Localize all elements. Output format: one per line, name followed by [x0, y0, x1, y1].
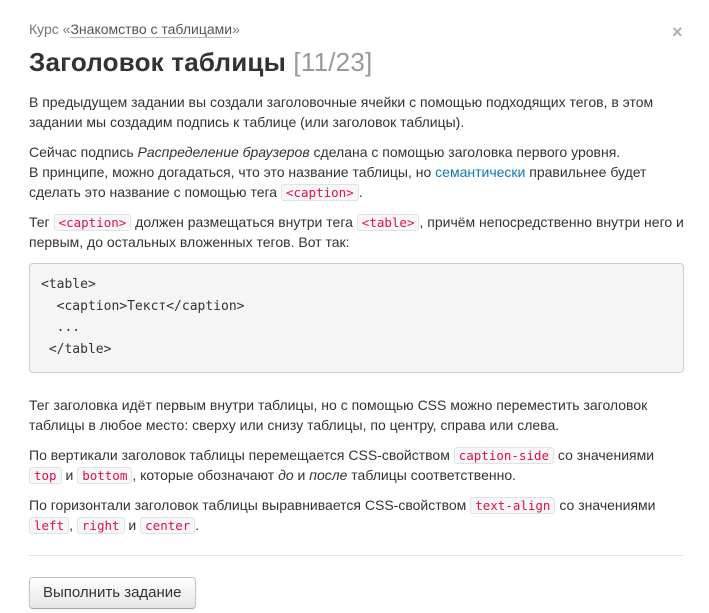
code-example: <table> <caption>Текст</caption> ... </t… [29, 263, 684, 373]
divider [29, 555, 684, 556]
inline-code: top [29, 467, 62, 484]
text: со значениями [555, 497, 656, 513]
inline-code: caption-side [453, 447, 555, 464]
text: сделана с помощью заголовка первого уров… [309, 144, 621, 160]
text: , которые обозначают [132, 467, 279, 483]
text: должен размещаться внутри тега [131, 214, 357, 230]
text: В принципе, можно догадаться, что это на… [29, 164, 436, 180]
paragraph-intro: В предыдущем задании вы создали заголово… [29, 94, 654, 130]
text: и [293, 467, 310, 483]
inline-code: text-align [470, 497, 556, 514]
text: , [69, 517, 77, 533]
text: и [61, 467, 78, 483]
submit-task-button[interactable]: Выполнить задание [29, 577, 196, 609]
title-text: Заголовок таблицы [29, 47, 286, 77]
paragraph-caption-placement: Тег <caption> должен размещаться внутри … [29, 212, 684, 252]
breadcrumb-prefix: Курс « [29, 21, 71, 37]
course-link[interactable]: Знакомство с таблицами [70, 21, 233, 38]
text: со значениями [554, 447, 655, 463]
paragraph-text-align: По горизонтали заголовок таблицы выравни… [29, 495, 684, 535]
inline-code: bottom [77, 467, 133, 484]
text: таблицы соответственно. [347, 467, 516, 483]
text: Тег [29, 214, 54, 230]
text: По вертикали заголовок таблицы перемещае… [29, 447, 454, 463]
inline-code: center [140, 517, 196, 534]
inline-code: <table> [356, 214, 420, 231]
paragraph-current-caption: Сейчас подпись Распределение браузеров с… [29, 142, 684, 202]
task-counter: [11/23] [293, 47, 373, 77]
page-title: Заголовок таблицы [11/23] [29, 45, 372, 79]
text: и [124, 517, 141, 533]
inline-code: <caption> [280, 184, 359, 201]
emphasis-text: после [309, 467, 348, 483]
text: . [195, 517, 200, 533]
inline-code: right [76, 517, 125, 534]
breadcrumb: Курс «Знакомство с таблицами» [29, 19, 240, 39]
paragraph-caption-side: По вертикали заголовок таблицы перемещае… [29, 445, 684, 485]
text: Сейчас подпись [29, 144, 138, 160]
breadcrumb-suffix: » [232, 21, 240, 37]
inline-code: left [29, 517, 70, 534]
text: . [358, 184, 363, 200]
paragraph-css-move: Тег заголовка идёт первым внутри таблицы… [29, 397, 648, 433]
inline-code: <caption> [53, 214, 132, 231]
emphasis-text: до [278, 467, 294, 483]
text: По горизонтали заголовок таблицы выравни… [29, 497, 471, 513]
task-description: В предыдущем задании вы создали заголово… [29, 92, 684, 609]
emphasis-text: Распределение браузеров [137, 144, 310, 160]
semantics-link[interactable]: семантически [435, 164, 525, 180]
close-icon[interactable]: × [672, 22, 683, 42]
